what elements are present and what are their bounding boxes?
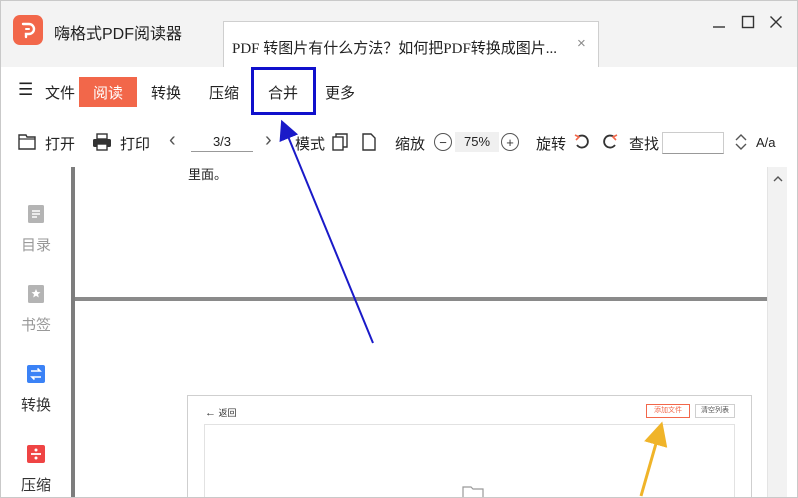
find-stepper-icon[interactable] <box>732 132 750 152</box>
menu-bar: ☰ 文件 阅读 转换 压缩 合并 更多 <box>1 67 797 117</box>
rotate-left-icon[interactable] <box>573 133 591 151</box>
page-left-edge <box>71 167 75 497</box>
embedded-clear-list-button: 清空列表 <box>695 404 735 418</box>
embedded-back-label: 返回 <box>218 408 237 418</box>
open-button[interactable]: 打开 <box>45 133 75 154</box>
print-button[interactable]: 打印 <box>120 133 150 154</box>
sidebar-item-label: 目录 <box>20 237 51 254</box>
document-tab[interactable]: PDF 转图片有什么方法？如何把PDF转换成图片... × <box>223 21 599 68</box>
hamburger-menu-icon[interactable]: ☰ <box>18 80 33 100</box>
sidebar-item-label: 书签 <box>20 317 51 334</box>
maximize-button[interactable] <box>738 12 758 32</box>
minimize-icon <box>713 26 725 28</box>
find-label: 查找 <box>629 136 660 153</box>
sidebar-item-label: 转换 <box>20 397 51 414</box>
scroll-up-button[interactable] <box>768 169 787 187</box>
embedded-screenshot: ← 返回 添加文件 清空列表 <box>187 395 752 497</box>
app-logo-icon <box>13 15 43 45</box>
menu-read[interactable]: 阅读 <box>79 77 137 107</box>
vertical-scrollbar[interactable] <box>767 167 787 497</box>
menu-compress[interactable]: 压缩 <box>209 82 239 103</box>
zoom-label: 缩放 <box>395 136 426 153</box>
close-window-button[interactable] <box>766 12 786 32</box>
document-tab-label: PDF 转图片有什么方法？如何把PDF转换成图片... <box>232 41 558 57</box>
next-page-icon[interactable]: › <box>265 129 272 152</box>
rotate-right-icon[interactable] <box>601 133 619 151</box>
embedded-back-link: ← 返回 <box>205 406 237 419</box>
document-text-line: 里面。 <box>188 167 228 182</box>
menu-more[interactable]: 更多 <box>325 82 355 103</box>
page-number-input[interactable]: 3/3 <box>191 132 253 152</box>
sidebar-item-bookmark[interactable]: 书签 <box>1 285 71 335</box>
sidebar-item-toc[interactable]: 目录 <box>1 205 71 255</box>
file-drop-icon <box>462 486 484 497</box>
toc-icon <box>28 205 44 223</box>
font-case-button[interactable]: A/a <box>756 135 776 150</box>
minimize-button[interactable] <box>709 12 729 32</box>
zoom-in-icon[interactable]: + <box>501 133 519 151</box>
print-icon[interactable] <box>91 132 113 152</box>
title-bar: 嗨格式PDF阅读器 PDF 转图片有什么方法？如何把PDF转换成图片... × <box>1 1 797 68</box>
embedded-drop-zone <box>204 424 735 497</box>
bookmark-icon <box>28 285 44 303</box>
zoom-value[interactable]: 75% <box>455 132 499 152</box>
sidebar-item-compress[interactable]: 压缩 <box>1 445 71 495</box>
app-window: 嗨格式PDF阅读器 PDF 转图片有什么方法？如何把PDF转换成图片... × … <box>0 0 798 498</box>
toolbar: 打开 打印 ‹ 3/3 › 模式 缩放 − 75% + 旋转 查找 A/a <box>1 119 797 165</box>
back-arrow-icon: ← <box>205 407 216 419</box>
tab-close-icon[interactable]: × <box>577 35 586 52</box>
app-title: 嗨格式PDF阅读器 <box>54 26 183 43</box>
menu-convert[interactable]: 转换 <box>151 82 181 103</box>
double-page-icon[interactable] <box>331 132 349 152</box>
prev-page-icon[interactable]: ‹ <box>169 129 176 152</box>
merge-highlight-box <box>251 67 316 115</box>
rotate-label: 旋转 <box>536 136 567 153</box>
close-icon <box>770 16 782 28</box>
sidebar-item-label: 压缩 <box>20 477 51 494</box>
sidebar-item-convert[interactable]: 转换 <box>1 365 71 415</box>
open-icon[interactable] <box>17 132 37 152</box>
compress-icon <box>27 445 45 463</box>
find-input[interactable] <box>662 132 724 154</box>
chevron-up-icon <box>773 175 782 181</box>
convert-icon <box>27 365 45 383</box>
zoom-out-icon[interactable]: − <box>434 133 452 151</box>
left-sidebar: 目录 书签 转换 压缩 <box>1 167 71 497</box>
mode-label[interactable]: 模式 <box>295 133 325 154</box>
page-separator <box>75 297 767 301</box>
single-page-icon[interactable] <box>361 132 377 152</box>
menu-file[interactable]: 文件 <box>45 82 75 103</box>
maximize-icon <box>741 15 755 29</box>
embedded-add-file-button: 添加文件 <box>646 404 690 418</box>
